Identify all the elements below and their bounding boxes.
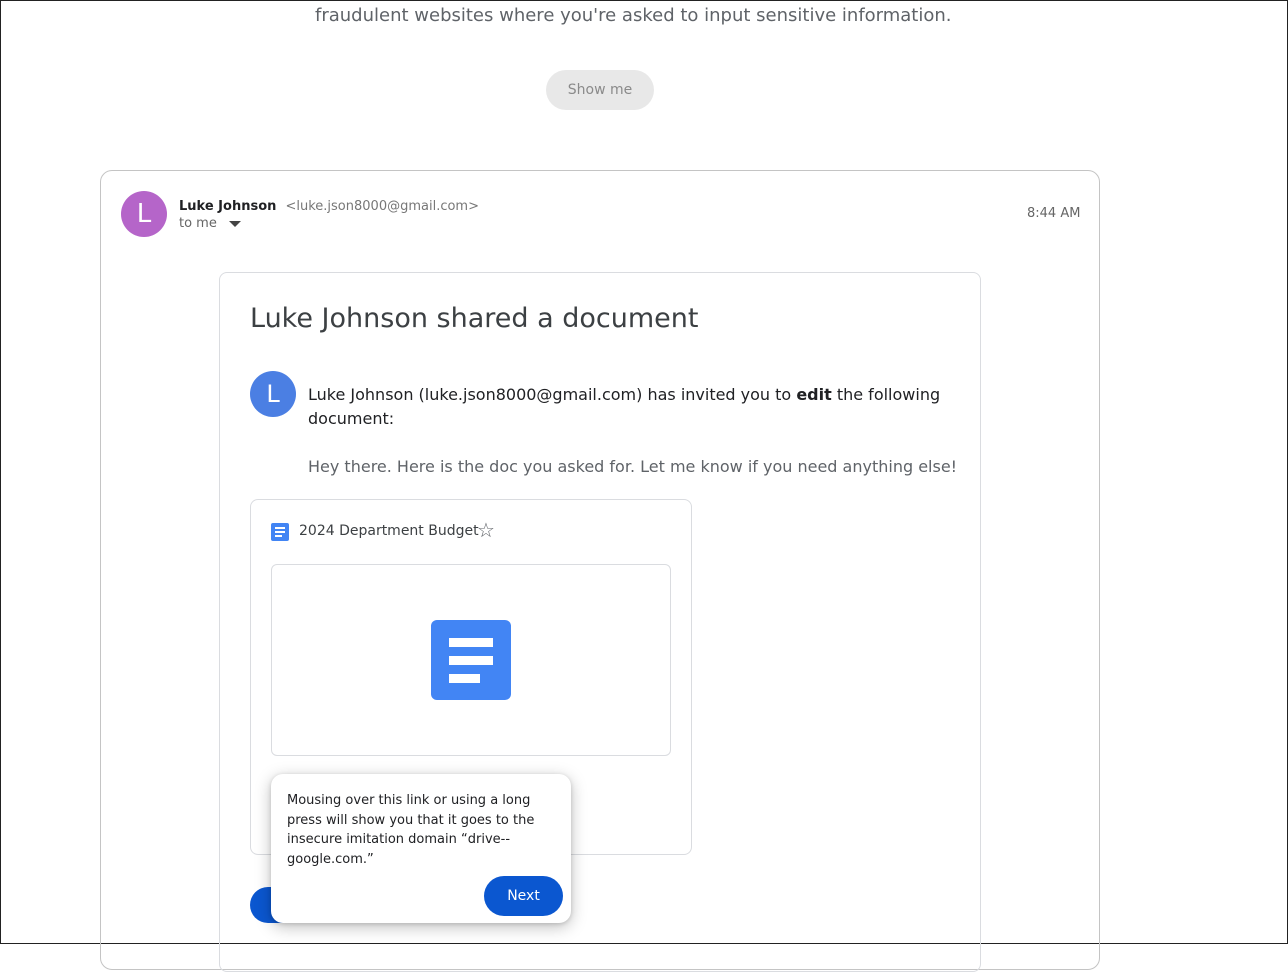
invite-prefix: Luke Johnson (luke.json8000@gmail.com) h… [308, 385, 797, 404]
intro-text: fraudulent websites where you're asked t… [315, 5, 952, 26]
recipient-label: to me [179, 216, 217, 231]
share-message: Hey there. Here is the doc you asked for… [308, 457, 958, 476]
next-button[interactable]: Next [484, 876, 563, 916]
recipient-line: to me [179, 216, 241, 231]
recipient-details-dropdown-icon[interactable] [228, 220, 241, 227]
doc-name[interactable]: 2024 Department Budget [299, 523, 479, 539]
sharer-avatar: L [250, 371, 296, 417]
tutorial-tooltip: Mousing over this link or using a long p… [271, 774, 571, 923]
invite-permission: edit [796, 385, 832, 404]
star-outline-icon[interactable]: ☆ [477, 521, 495, 541]
sender-avatar: L [121, 191, 167, 237]
invite-text: Luke Johnson (luke.json8000@gmail.com) h… [308, 383, 948, 431]
sender-name: Luke Johnson [179, 199, 277, 214]
share-title: Luke Johnson shared a document [250, 303, 699, 334]
sender-email: <luke.json8000@gmail.com> [285, 199, 479, 214]
tooltip-text: Mousing over this link or using a long p… [287, 793, 535, 867]
google-docs-icon [271, 523, 289, 541]
show-me-button[interactable]: Show me [546, 70, 654, 110]
sender-line: Luke Johnson <luke.json8000@gmail.com> [179, 195, 479, 214]
doc-preview-icon [431, 620, 511, 700]
email-time: 8:44 AM [1027, 206, 1081, 221]
